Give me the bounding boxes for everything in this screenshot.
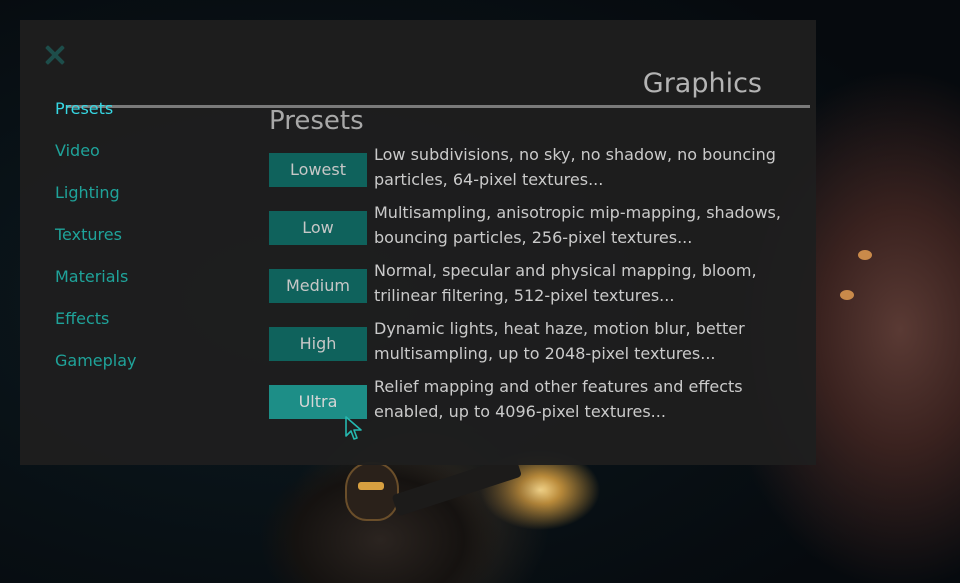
nav-item-video[interactable]: Video — [55, 140, 137, 182]
creature-eye — [858, 250, 872, 260]
preset-high-button[interactable]: High — [269, 327, 367, 361]
preset-ultra-description: Relief mapping and other features and ef… — [374, 377, 743, 421]
close-icon[interactable] — [44, 44, 66, 66]
nav-item-effects[interactable]: Effects — [55, 308, 137, 350]
title-divider — [66, 105, 810, 108]
soldier-helmet — [345, 462, 399, 521]
preset-medium-button[interactable]: Medium — [269, 269, 367, 303]
nav-item-lighting[interactable]: Lighting — [55, 182, 137, 224]
nav-item-materials[interactable]: Materials — [55, 266, 137, 308]
soldier-visor — [358, 482, 384, 490]
preset-lowest-button[interactable]: Lowest — [269, 153, 367, 187]
nav-item-presets[interactable]: Presets — [55, 98, 137, 140]
mouse-cursor-icon — [345, 416, 362, 440]
nav-item-textures[interactable]: Textures — [55, 224, 137, 266]
preset-low-description: Multisampling, anisotropic mip-mapping, … — [374, 203, 781, 247]
preset-lowest-description: Low subdivisions, no sky, no shadow, no … — [374, 145, 776, 189]
preset-ultra-button[interactable]: Ultra — [269, 385, 367, 419]
preset-low-button[interactable]: Low — [269, 211, 367, 245]
preset-medium-description: Normal, specular and physical mapping, b… — [374, 261, 757, 305]
dialog-title: Graphics — [642, 68, 762, 99]
creature-eye — [840, 290, 854, 300]
section-title: Presets — [269, 106, 364, 136]
preset-high-description: Dynamic lights, heat haze, motion blur, … — [374, 319, 745, 363]
settings-nav: Presets Video Lighting Textures Material… — [55, 98, 137, 392]
nav-item-gameplay[interactable]: Gameplay — [55, 350, 137, 392]
